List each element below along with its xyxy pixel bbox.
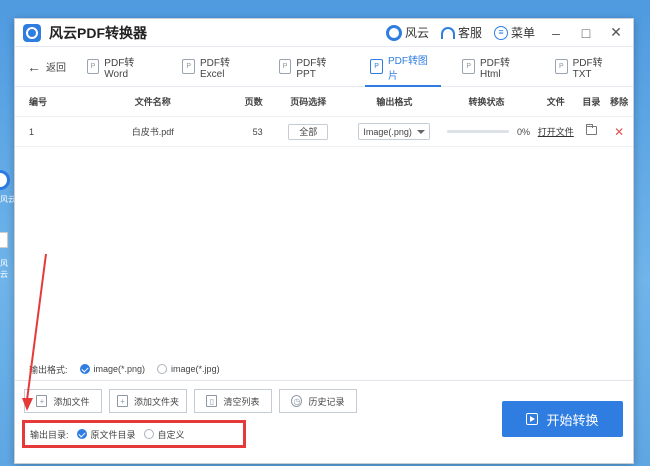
page-range-button[interactable]: 全部 bbox=[288, 123, 329, 140]
menu-icon: ≡ bbox=[493, 25, 508, 40]
file-list-empty-area bbox=[15, 147, 633, 352]
header-no: 编号 bbox=[29, 97, 48, 107]
add-file-label: 添加文件 bbox=[53, 396, 90, 407]
radio-source-dir[interactable]: 原文件目录 bbox=[76, 428, 136, 441]
radio-checked-icon bbox=[76, 429, 87, 439]
file-icon: P bbox=[182, 59, 195, 74]
radio-unchecked-icon bbox=[143, 429, 154, 439]
chevron-down-icon bbox=[417, 129, 426, 134]
tab-pdf-to-image[interactable]: P PDF转图片 bbox=[357, 47, 449, 87]
tab-pdf-to-html[interactable]: P PDF转Html bbox=[449, 47, 542, 87]
add-folder-icon: + bbox=[116, 395, 128, 407]
tab-label: PDF转Excel bbox=[199, 57, 230, 80]
file-icon: P bbox=[278, 59, 292, 74]
back-button[interactable]: ← 返回 bbox=[15, 59, 74, 75]
file-icon: P bbox=[462, 59, 476, 74]
row-pages: 53 bbox=[252, 126, 263, 137]
app-window: 风云PDF转换器 风云 客服 ≡ 菜单 – □ ✕ ← 返回 P PDF转Wor… bbox=[14, 18, 634, 464]
header-format: 输出格式 bbox=[376, 97, 413, 107]
tab-pdf-to-excel[interactable]: P PDF转Excel bbox=[169, 47, 265, 87]
table-row: 1 白皮书.pdf 53 全部 Image(.png) 0% 打开文件 ✕ bbox=[15, 117, 633, 147]
radio-png[interactable]: image(*.png) bbox=[79, 364, 146, 374]
progress-percent: 0% bbox=[516, 126, 530, 137]
fengyun-label: 风云 bbox=[404, 26, 429, 40]
customer-service-label: 客服 bbox=[457, 26, 482, 40]
header-status: 转换状态 bbox=[468, 97, 505, 107]
add-file-button[interactable]: + 添加文件 bbox=[24, 389, 102, 413]
output-format-select[interactable]: Image(.png) bbox=[358, 123, 431, 140]
row-file-name: 白皮书.pdf bbox=[131, 127, 174, 137]
tab-pdf-to-word[interactable]: P PDF转Word bbox=[74, 47, 170, 87]
history-label: 历史记录 bbox=[308, 396, 345, 407]
start-conversion-button[interactable]: 开始转换 bbox=[502, 401, 623, 437]
output-dir-label: 输出目录: bbox=[30, 429, 69, 440]
tab-pdf-to-ppt[interactable]: P PDF转PPT bbox=[266, 47, 358, 87]
tab-label: PDF转TXT bbox=[572, 57, 603, 80]
radio-png-label: image(*.png) bbox=[93, 364, 146, 374]
play-icon bbox=[526, 413, 539, 425]
tab-pdf-to-txt[interactable]: P PDF转TXT bbox=[542, 47, 633, 87]
radio-custom-dir-label: 自定义 bbox=[157, 429, 185, 440]
action-buttons: + 添加文件 + 添加文件夹 ▯ 清空列表 ◷ 历史记录 bbox=[24, 389, 357, 413]
desktop-icon-label: 风云PDF转换 bbox=[0, 195, 14, 204]
maximize-button[interactable]: □ bbox=[577, 25, 595, 41]
header-pages: 页数 bbox=[244, 97, 263, 107]
fengyun-logo-icon bbox=[385, 24, 402, 41]
minimize-button[interactable]: – bbox=[547, 25, 565, 41]
output-format-options: 输出格式: image(*.png) image(*.jpg) bbox=[15, 358, 633, 380]
customer-service-button[interactable]: 客服 bbox=[440, 24, 482, 41]
menu-label: 菜单 bbox=[510, 26, 535, 40]
folder-icon[interactable] bbox=[585, 124, 597, 135]
conversion-progress-bar bbox=[446, 130, 509, 133]
start-conversion-label: 开始转换 bbox=[546, 412, 599, 428]
divider bbox=[15, 380, 633, 381]
header-file: 文件 bbox=[546, 97, 565, 107]
open-file-link[interactable]: 打开文件 bbox=[538, 127, 574, 137]
app-logo-icon bbox=[23, 23, 41, 42]
back-label: 返回 bbox=[46, 63, 66, 74]
file-icon: P bbox=[554, 59, 568, 74]
clock-icon: ◷ bbox=[291, 395, 303, 407]
tab-label: PDF转Html bbox=[480, 57, 511, 80]
file-icon: P bbox=[370, 59, 383, 74]
output-format-label: 输出格式: bbox=[29, 364, 68, 375]
radio-unchecked-icon bbox=[157, 364, 168, 374]
conversion-tab-bar: ← 返回 P PDF转Word P PDF转Excel P PDF转PPT P … bbox=[15, 47, 633, 87]
row-no: 1 bbox=[29, 126, 35, 137]
add-folder-button[interactable]: + 添加文件夹 bbox=[109, 389, 187, 413]
desktop-file-icon[interactable] bbox=[0, 232, 8, 248]
arrow-left-icon: ← bbox=[27, 58, 41, 75]
desktop-icon-label-2: 风云 bbox=[0, 259, 8, 279]
app-title: 风云PDF转换器 bbox=[49, 24, 147, 41]
clear-list-label: 清空列表 bbox=[223, 396, 260, 407]
tab-label: PDF转PPT bbox=[296, 57, 327, 80]
file-table-header: 编号 文件名称 页数 页码选择 输出格式 转换状态 文件 目录 移除 bbox=[15, 87, 633, 117]
desktop-app-icon[interactable] bbox=[0, 170, 10, 190]
output-directory-options: 输出目录: 原文件目录 自定义 bbox=[22, 420, 246, 448]
menu-button[interactable]: ≡ 菜单 bbox=[493, 24, 535, 41]
tab-label: PDF转Word bbox=[104, 57, 135, 80]
add-file-icon: + bbox=[36, 395, 48, 407]
radio-custom-dir[interactable]: 自定义 bbox=[143, 428, 185, 441]
header-range: 页码选择 bbox=[290, 97, 327, 107]
history-button[interactable]: ◷ 历史记录 bbox=[279, 389, 357, 413]
header-dir: 目录 bbox=[582, 97, 601, 107]
output-format-value: Image(.png) bbox=[363, 126, 412, 137]
header-remove: 移除 bbox=[610, 97, 629, 107]
clear-list-button[interactable]: ▯ 清空列表 bbox=[194, 389, 272, 413]
trash-icon: ▯ bbox=[206, 395, 218, 407]
add-folder-label: 添加文件夹 bbox=[133, 396, 179, 407]
headset-icon bbox=[440, 26, 455, 39]
remove-icon[interactable]: ✕ bbox=[614, 125, 624, 139]
radio-jpg-label: image(*.jpg) bbox=[171, 364, 220, 374]
close-button[interactable]: ✕ bbox=[607, 24, 625, 41]
radio-checked-icon bbox=[79, 364, 90, 374]
header-name: 文件名称 bbox=[134, 97, 171, 107]
radio-jpg[interactable]: image(*.jpg) bbox=[157, 364, 220, 374]
tab-label: PDF转图片 bbox=[387, 55, 428, 82]
fengyun-account-button[interactable]: 风云 bbox=[385, 24, 429, 41]
title-bar: 风云PDF转换器 风云 客服 ≡ 菜单 – □ ✕ bbox=[15, 19, 633, 47]
file-icon: P bbox=[86, 59, 100, 74]
radio-source-dir-label: 原文件目录 bbox=[90, 429, 136, 440]
